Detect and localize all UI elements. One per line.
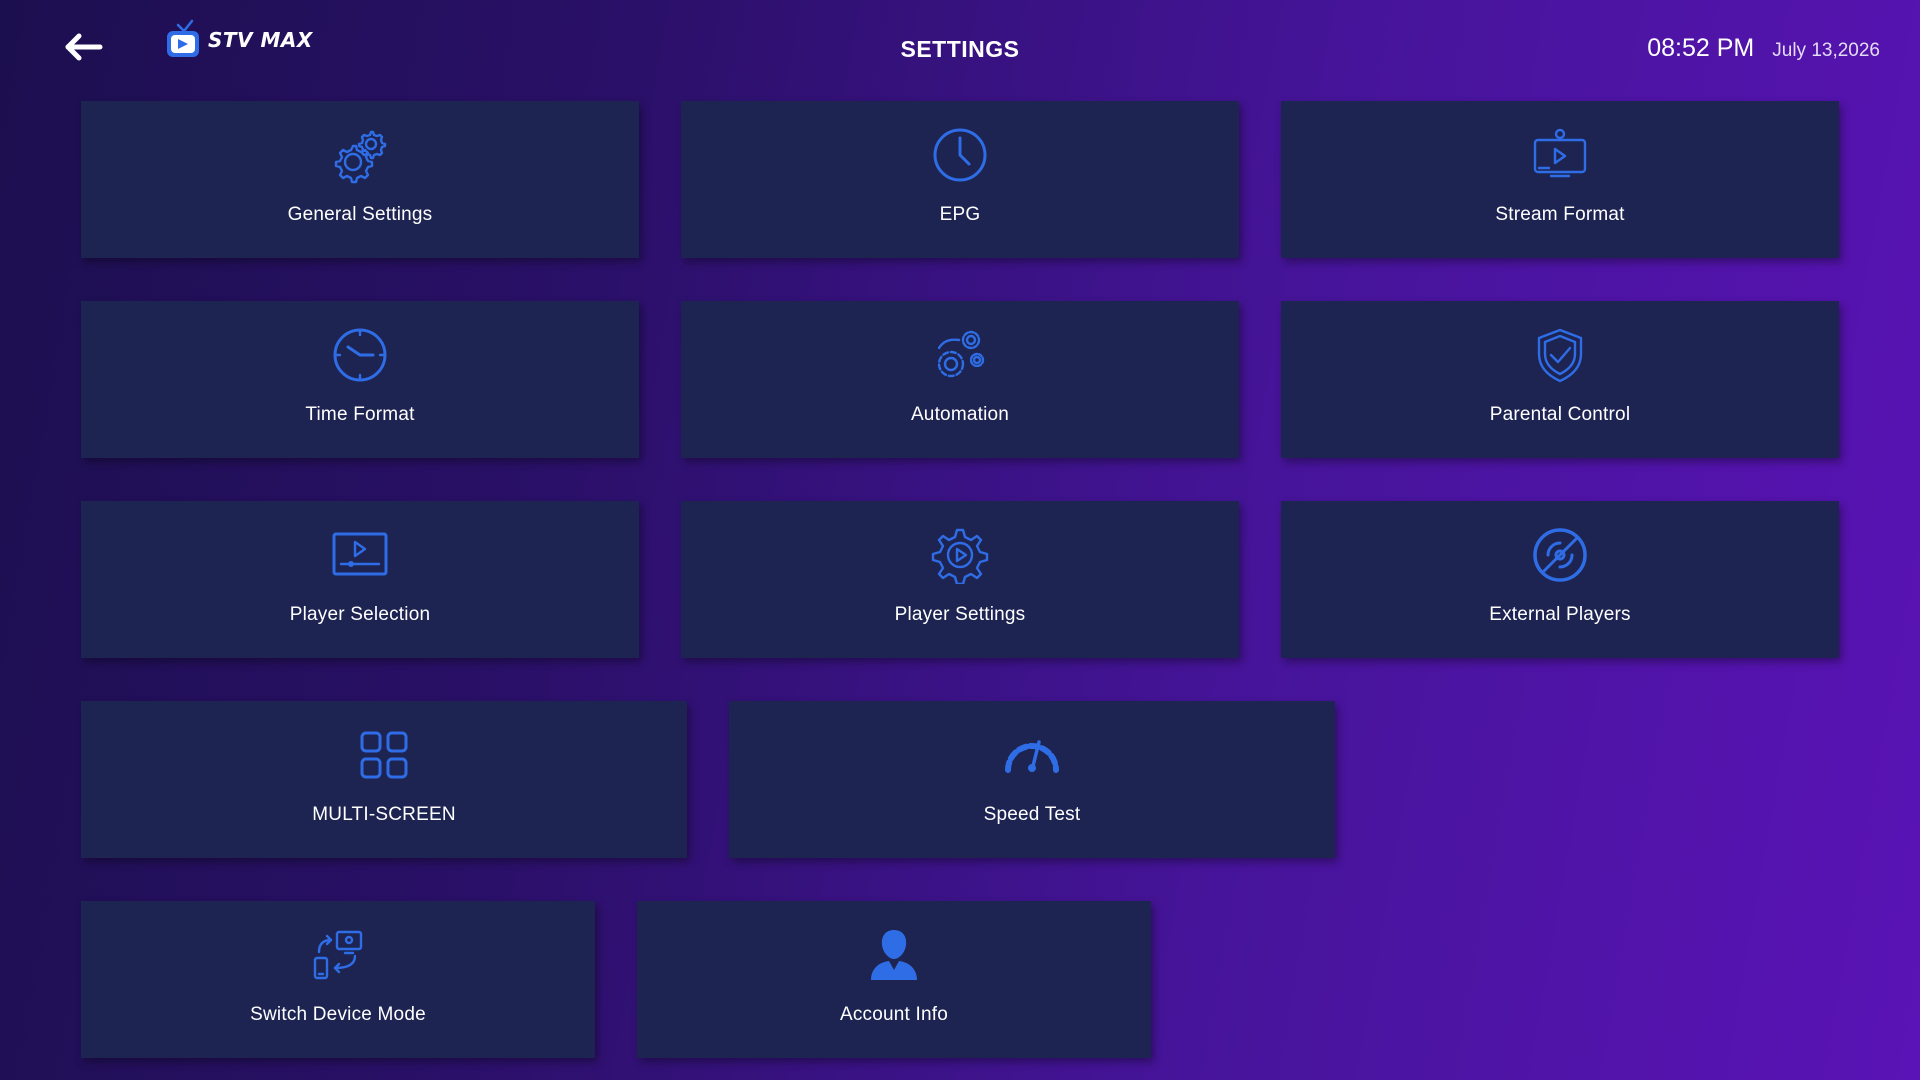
tile-player-selection[interactable]: Player Selection [81, 501, 639, 658]
tile-label: Account Info [839, 1004, 949, 1025]
tile-stream-format[interactable]: Stream Format [1281, 101, 1839, 258]
tile-label: Player Selection [289, 604, 431, 625]
gear-play-icon [930, 525, 990, 585]
tile-label: MULTI-SCREEN [312, 804, 456, 825]
tile-label: EPG [939, 204, 981, 225]
tile-account-info[interactable]: Account Info [637, 901, 1151, 1058]
clock-face-icon [330, 325, 390, 385]
tile-label: Switch Device Mode [250, 1004, 426, 1025]
tile-label: General Settings [287, 204, 433, 225]
clock-time: 08:52 PM [1647, 34, 1755, 62]
grid-icon [354, 725, 414, 785]
tile-external-players[interactable]: External Players [1281, 501, 1839, 658]
tile-label: Time Format [305, 404, 415, 425]
page-title: SETTINGS [900, 36, 1020, 62]
header: STV MAX SETTINGS 08:52 PM July 13,2026 [0, 0, 1920, 100]
tile-label: External Players [1489, 604, 1631, 625]
tile-player-settings[interactable]: Player Settings [681, 501, 1239, 658]
tile-time-format[interactable]: Time Format [81, 301, 639, 458]
tile-multi-screen[interactable]: MULTI-SCREEN [81, 701, 687, 858]
monitor-play-icon [1530, 125, 1590, 185]
speedometer-icon [1002, 725, 1062, 785]
tile-speed-test[interactable]: Speed Test [729, 701, 1335, 858]
automation-gears-icon [930, 325, 990, 385]
tile-label: Speed Test [983, 804, 1081, 825]
shield-check-icon [1530, 325, 1590, 385]
tile-label: Automation [910, 404, 1010, 425]
tile-label: Stream Format [1495, 204, 1625, 225]
radar-icon [1530, 525, 1590, 585]
clock: 08:52 PM July 13,2026 [1647, 34, 1880, 63]
tile-general-settings[interactable]: General Settings [81, 101, 639, 258]
tile-automation[interactable]: Automation [681, 301, 1239, 458]
gears-icon [330, 125, 390, 185]
tile-label: Player Settings [894, 604, 1026, 625]
tile-switch-device-mode[interactable]: Switch Device Mode [81, 901, 595, 1058]
tile-parental-control[interactable]: Parental Control [1281, 301, 1839, 458]
clock-icon [930, 125, 990, 185]
clock-date: July 13,2026 [1772, 40, 1880, 61]
devices-switch-icon [308, 925, 368, 985]
player-screen-icon [330, 525, 390, 585]
tile-label: Parental Control [1489, 404, 1631, 425]
tile-epg[interactable]: EPG [681, 101, 1239, 258]
user-icon [864, 925, 924, 985]
